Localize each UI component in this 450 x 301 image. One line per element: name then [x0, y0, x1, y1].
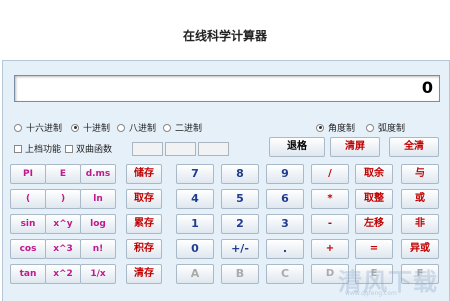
key-multiply[interactable]: *	[311, 189, 349, 209]
radio-radian-icon[interactable]	[366, 123, 374, 132]
key-9[interactable]: 9	[266, 164, 304, 184]
checkbox-hyperbolic-icon[interactable]	[65, 144, 73, 153]
checkbox-shift[interactable]: 上档功能	[14, 142, 61, 155]
key-negate[interactable]: +/-	[221, 239, 259, 259]
key-mem-clear[interactable]: 清存	[126, 264, 162, 284]
key-x-square[interactable]: x^2	[45, 264, 81, 284]
key-hex-a[interactable]: A	[176, 264, 214, 284]
key-hex-b[interactable]: B	[221, 264, 259, 284]
key-5[interactable]: 5	[221, 189, 259, 209]
memory-indicator-3	[198, 142, 229, 156]
checkbox-hyperbolic-label: 双曲函数	[76, 145, 113, 155]
key-subtract[interactable]: -	[311, 214, 349, 234]
key-mem-recall[interactable]: 取存	[126, 189, 162, 209]
radio-degree-label: 角度制	[328, 124, 356, 134]
key-ln[interactable]: ln	[80, 189, 116, 209]
checkbox-shift-label: 上档功能	[25, 145, 62, 155]
key-mem-store[interactable]: 储存	[126, 164, 162, 184]
radio-radian-label: 弧度制	[378, 124, 406, 134]
radio-degree[interactable]: 角度制	[316, 121, 355, 134]
radio-oct[interactable]: 八进制	[117, 121, 156, 134]
display-field[interactable]: 0	[14, 75, 440, 102]
key-int[interactable]: 取整	[355, 189, 393, 209]
radio-radian[interactable]: 弧度制	[366, 121, 405, 134]
key-add[interactable]: +	[311, 239, 349, 259]
radio-oct-icon[interactable]	[117, 123, 125, 132]
watermark-url: www.qqfeng.com	[345, 290, 397, 297]
key-6[interactable]: 6	[266, 189, 304, 209]
key-equals[interactable]: =	[355, 239, 393, 259]
radio-bin[interactable]: 二进制	[163, 121, 202, 134]
key-log[interactable]: log	[80, 214, 116, 234]
checkbox-hyperbolic[interactable]: 双曲函数	[65, 142, 112, 155]
key-8[interactable]: 8	[221, 164, 259, 184]
radio-degree-icon[interactable]	[316, 123, 324, 132]
key-tan[interactable]: tan	[10, 264, 46, 284]
key-0[interactable]: 0	[176, 239, 214, 259]
key-pi[interactable]: PI	[10, 164, 46, 184]
key-2[interactable]: 2	[221, 214, 259, 234]
all-clear-button[interactable]: 全清	[389, 137, 439, 157]
key-mod[interactable]: 取余	[355, 164, 393, 184]
key-or[interactable]: 或	[401, 189, 439, 209]
key-decimal[interactable]: .	[266, 239, 304, 259]
radio-dec-icon[interactable]	[71, 123, 79, 132]
key-cos[interactable]: cos	[10, 239, 46, 259]
key-mem-add[interactable]: 累存	[126, 214, 162, 234]
key-close-paren[interactable]: )	[45, 189, 81, 209]
radio-hex[interactable]: 十六进制	[14, 121, 62, 134]
key-x-cube[interactable]: x^3	[45, 239, 81, 259]
key-e[interactable]: E	[45, 164, 81, 184]
checkbox-shift-icon[interactable]	[14, 144, 22, 153]
radio-hex-label: 十六进制	[26, 124, 63, 134]
key-dms[interactable]: d.ms	[80, 164, 116, 184]
memory-indicator-2	[165, 142, 196, 156]
key-3[interactable]: 3	[266, 214, 304, 234]
key-open-paren[interactable]: (	[10, 189, 46, 209]
key-sin[interactable]: sin	[10, 214, 46, 234]
radio-dec-label: 十进制	[83, 124, 111, 134]
key-7[interactable]: 7	[176, 164, 214, 184]
key-mem-multiply[interactable]: 积存	[126, 239, 162, 259]
backspace-button[interactable]: 退格	[269, 137, 325, 157]
radio-bin-label: 二进制	[175, 124, 203, 134]
radio-bin-icon[interactable]	[163, 123, 171, 132]
key-1[interactable]: 1	[176, 214, 214, 234]
radio-oct-label: 八进制	[129, 124, 157, 134]
radio-dec[interactable]: 十进制	[71, 121, 110, 134]
display-value: 0	[421, 78, 433, 97]
key-x-pow-y[interactable]: x^y	[45, 214, 81, 234]
key-reciprocal[interactable]: 1/x	[80, 264, 116, 284]
key-hex-c[interactable]: C	[266, 264, 304, 284]
key-and[interactable]: 与	[401, 164, 439, 184]
memory-indicator-1	[132, 142, 163, 156]
radio-hex-icon[interactable]	[14, 123, 22, 132]
key-not[interactable]: 非	[401, 214, 439, 234]
key-4[interactable]: 4	[176, 189, 214, 209]
key-left-shift[interactable]: 左移	[355, 214, 393, 234]
key-divide[interactable]: /	[311, 164, 349, 184]
page-title: 在线科学计算器	[182, 29, 267, 43]
key-factorial[interactable]: n!	[80, 239, 116, 259]
key-xor[interactable]: 异或	[401, 239, 439, 259]
clear-button[interactable]: 清屏	[330, 137, 380, 157]
